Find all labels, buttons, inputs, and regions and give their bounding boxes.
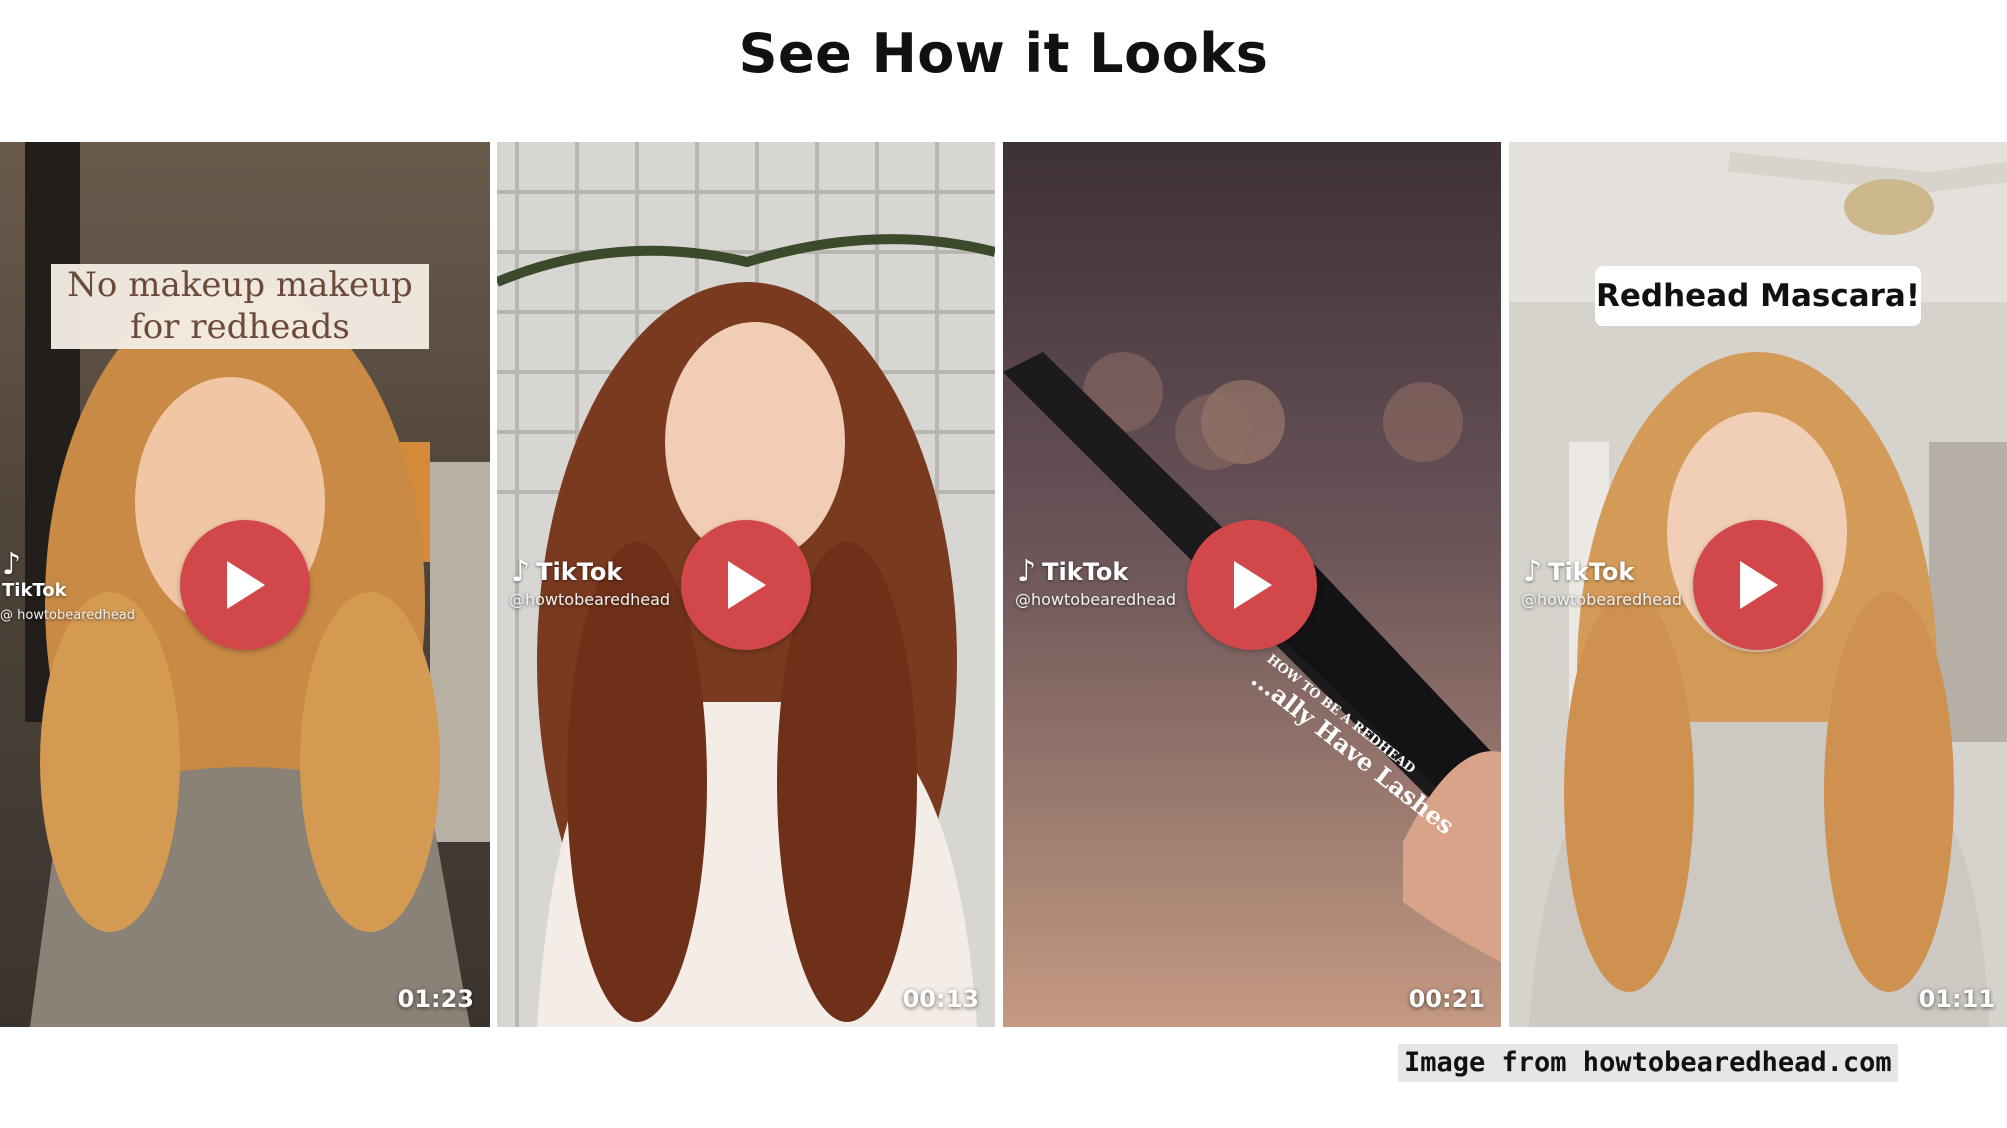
play-icon xyxy=(227,561,265,609)
tiktok-watermark-3: ♪ TikTok xyxy=(1017,554,1128,589)
tiktok-watermark-1: ♪ TikTok xyxy=(2,547,67,602)
video-duration-3: 00:21 xyxy=(1408,985,1485,1013)
video-card-1[interactable]: No makeup makeup for redheads ♪ TikTok @… xyxy=(0,142,490,1027)
tiktok-icon: ♪ xyxy=(1017,554,1037,589)
video-card-4[interactable]: Redhead Mascara! ♪ TikTok @howtobearedhe… xyxy=(1509,142,2007,1027)
tiktok-handle-3: @howtobearedhead xyxy=(1015,590,1177,609)
tiktok-watermark-2: ♪ TikTok xyxy=(511,554,622,589)
play-button-3[interactable] xyxy=(1187,520,1317,650)
tiktok-icon: ♪ xyxy=(2,547,22,582)
play-button-1[interactable] xyxy=(180,520,310,650)
video-duration-1: 01:23 xyxy=(397,985,474,1013)
tiktok-brand-label: TikTok xyxy=(1042,557,1129,586)
video-duration-4: 01:11 xyxy=(1918,985,1995,1013)
video-grid: No makeup makeup for redheads ♪ TikTok @… xyxy=(0,142,2007,1027)
play-button-4[interactable] xyxy=(1693,520,1823,650)
play-icon xyxy=(1234,561,1272,609)
tiktok-brand-label: TikTok xyxy=(536,557,623,586)
video-duration-2: 00:13 xyxy=(902,985,979,1013)
tiktok-handle-1: @ howtobearedhead xyxy=(0,608,135,623)
tiktok-handle-2: @howtobearedhead xyxy=(509,590,671,609)
video-caption-4: Redhead Mascara! xyxy=(1595,266,1921,326)
video-card-3[interactable]: ♪ TikTok @howtobearedhead HOW TO BE A RE… xyxy=(1003,142,1501,1027)
tiktok-watermark-4: ♪ TikTok xyxy=(1523,554,1634,589)
tiktok-handle-4: @howtobearedhead xyxy=(1521,590,1683,609)
tiktok-brand-label: TikTok xyxy=(2,580,67,601)
play-button-2[interactable] xyxy=(681,520,811,650)
video-caption-1: No makeup makeup for redheads xyxy=(51,264,429,349)
tiktok-brand-label: TikTok xyxy=(1548,557,1635,586)
play-icon xyxy=(728,561,766,609)
tiktok-icon: ♪ xyxy=(511,554,531,589)
video-card-2[interactable]: ♪ TikTok @howtobearedhead 00:13 xyxy=(497,142,995,1027)
image-credit: Image from howtobearedhead.com xyxy=(1398,1044,1898,1082)
page-title: See How it Looks xyxy=(738,22,1269,85)
play-icon xyxy=(1740,561,1778,609)
tiktok-icon: ♪ xyxy=(1523,554,1543,589)
